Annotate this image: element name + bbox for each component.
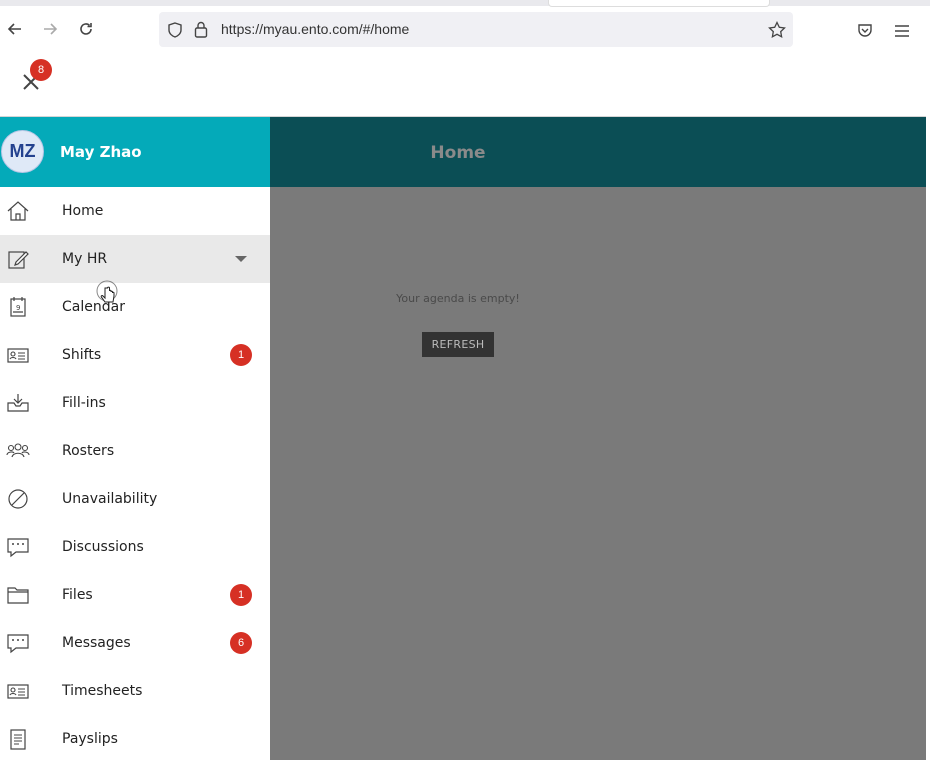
pocket-icon[interactable] (857, 23, 873, 39)
folder-icon (6, 584, 30, 606)
url-bar[interactable]: https://myau.ento.com/#/home (159, 12, 793, 47)
sidebar-item-label: Fill-ins (62, 395, 106, 411)
hand-cursor-icon (96, 280, 118, 310)
sidebar-item-label: Timesheets (62, 683, 142, 699)
calendar-icon: 9 (6, 296, 30, 318)
sidebar-item-home[interactable]: Home (0, 187, 270, 235)
profile-header[interactable]: MZ May Zhao (0, 117, 270, 187)
sidebar-item-files[interactable]: Files 1 (0, 571, 270, 619)
main-header: Home (270, 117, 926, 187)
hamburger-menu-icon[interactable] (894, 24, 910, 38)
sidebar-item-label: Home (62, 203, 103, 219)
count-badge: 1 (230, 584, 252, 606)
sidebar-item-discussions[interactable]: Discussions (0, 523, 270, 571)
sidebar-item-label: Files (62, 587, 93, 603)
people-icon (6, 440, 30, 462)
sidebar-item-label: Messages (62, 635, 131, 651)
chat-icon (6, 536, 30, 558)
sidebar-item-label: Payslips (62, 731, 118, 747)
block-icon (6, 488, 30, 510)
page-title: Home (270, 143, 646, 163)
browser-tab-edge (548, 0, 770, 7)
sidebar-item-label: Rosters (62, 443, 114, 459)
url-text[interactable]: https://myau.ento.com/#/home (221, 21, 409, 37)
count-badge: 6 (230, 632, 252, 654)
lock-icon[interactable] (193, 21, 209, 38)
sidebar-item-my-hr[interactable]: My HR (0, 235, 270, 283)
document-icon (6, 728, 30, 750)
chevron-down-icon[interactable] (235, 256, 247, 262)
sidebar-item-messages[interactable]: Messages 6 (0, 619, 270, 667)
sidebar-item-rosters[interactable]: Rosters (0, 427, 270, 475)
inbox-icon (6, 392, 30, 414)
refresh-button[interactable]: REFRESH (422, 332, 494, 357)
sidebar-item-label: My HR (62, 251, 107, 267)
edit-icon (6, 248, 30, 270)
home-icon (6, 200, 30, 222)
sidebar-item-timesheets[interactable]: Timesheets (0, 667, 270, 715)
sidebar-item-label: Shifts (62, 347, 101, 363)
window-edge (926, 47, 930, 760)
sidebar-item-label: Discussions (62, 539, 144, 555)
message-icon (6, 632, 30, 654)
sidebar: MZ May Zhao Home My HR 9 Calendar Shifts… (0, 117, 270, 760)
sidebar-item-unavailability[interactable]: Unavailability (0, 475, 270, 523)
sidebar-item-payslips[interactable]: Payslips (0, 715, 270, 760)
id-card-icon (6, 344, 30, 366)
main-content-overlay[interactable]: Your agenda is empty! REFRESH (270, 187, 926, 760)
forward-button[interactable] (39, 18, 61, 40)
reload-button[interactable] (75, 18, 97, 40)
agenda-empty-message: Your agenda is empty! (270, 292, 646, 305)
id-card-icon (6, 680, 30, 702)
arrow-right-icon (42, 21, 58, 37)
shield-icon[interactable] (167, 22, 183, 38)
sidebar-item-fill-ins[interactable]: Fill-ins (0, 379, 270, 427)
browser-toolbar: https://myau.ento.com/#/home (0, 0, 930, 47)
avatar[interactable]: MZ (1, 130, 44, 173)
back-button[interactable] (4, 18, 26, 40)
sidebar-item-shifts[interactable]: Shifts 1 (0, 331, 270, 379)
bookmark-star-icon[interactable] (768, 21, 786, 39)
profile-name: May Zhao (60, 143, 142, 161)
reload-icon (78, 21, 94, 37)
notification-badge: 8 (30, 59, 52, 81)
app-topbar: 8 (0, 47, 926, 117)
arrow-left-icon (7, 21, 23, 37)
sidebar-item-calendar[interactable]: 9 Calendar (0, 283, 270, 331)
svg-text:9: 9 (16, 304, 20, 312)
sidebar-item-label: Unavailability (62, 491, 157, 507)
count-badge: 1 (230, 344, 252, 366)
